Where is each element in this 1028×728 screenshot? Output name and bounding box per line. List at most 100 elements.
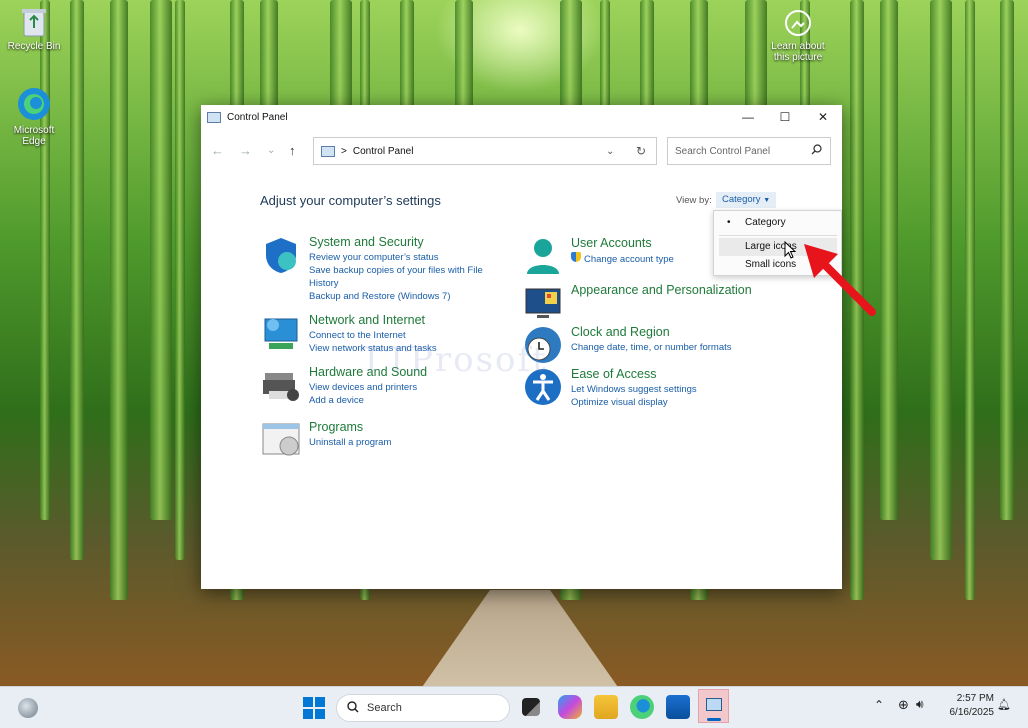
uac-shield-icon	[571, 252, 581, 262]
network-icon[interactable]: ⊕	[898, 697, 909, 713]
active-indicator	[707, 718, 721, 721]
desktop-icon-label: Microsoft Edge	[13, 125, 55, 147]
clock[interactable]: 2:57 PM 6/16/2025	[940, 692, 995, 720]
forward-arrow-icon[interactable]: →	[239, 143, 252, 158]
close-button[interactable]: ✕	[804, 105, 842, 129]
taskbar: Search ⌃ ⊕ 🔊︎ 2:57 PM 6/16/2025 🔔︎	[0, 686, 1028, 728]
bamboo-stalk	[965, 0, 975, 600]
bamboo-stalk	[880, 0, 898, 520]
bamboo-stalk	[930, 0, 952, 560]
desktop-icon-learn-picture[interactable]: Learn about this picture	[764, 8, 832, 63]
camera-info-icon	[783, 8, 813, 38]
file-explorer-icon[interactable]	[594, 695, 618, 719]
search-placeholder: Search Control Panel	[675, 145, 771, 157]
category-user-accounts: User Accounts Change account type	[523, 236, 674, 276]
window-title: Control Panel	[227, 111, 288, 123]
category-ease-access: Ease of Access Let Windows suggest setti…	[523, 367, 697, 409]
category-title[interactable]: Programs	[309, 420, 391, 434]
search-icon	[347, 700, 359, 716]
category-link[interactable]: Review your computer’s status	[309, 251, 483, 264]
bamboo-stalk	[1000, 0, 1014, 520]
printer-icon	[261, 365, 301, 405]
clock-date: 6/16/2025	[949, 707, 995, 718]
recent-chevron-down-icon[interactable]: ⌄	[267, 145, 275, 156]
minimize-button[interactable]: —	[729, 105, 767, 129]
selected-bullet-icon: •	[727, 217, 731, 228]
category-link[interactable]: Backup and Restore (Windows 7)	[309, 290, 483, 303]
back-arrow-icon[interactable]: ←	[211, 143, 224, 158]
recycle-bin-icon	[21, 6, 47, 38]
bamboo-stalk	[175, 0, 185, 560]
desktop-icon-recycle-bin[interactable]: Recycle Bin	[0, 6, 68, 52]
clock-time: 2:57 PM	[956, 693, 994, 704]
network-globe-icon	[261, 313, 301, 353]
taskbar-search-input[interactable]: Search	[336, 694, 510, 722]
desktop-icon-edge[interactable]: Microsoft Edge	[0, 86, 68, 147]
chevron-down-icon: ▼	[763, 197, 771, 204]
appearance-icon	[523, 283, 563, 323]
bamboo-stalk	[150, 0, 172, 520]
bamboo-stalk	[110, 0, 128, 600]
view-by-value: Category	[722, 194, 761, 205]
view-by-dropdown[interactable]: Category ▼	[716, 192, 777, 208]
search-placeholder: Search	[367, 702, 402, 714]
menu-item-category[interactable]: • Category	[719, 214, 837, 232]
maximize-button[interactable]: ☐	[766, 105, 804, 129]
start-windows-icon[interactable]	[303, 697, 325, 719]
programs-icon	[261, 420, 301, 460]
category-appearance: Appearance and Personalization	[523, 283, 752, 323]
category-title[interactable]: System and Security	[309, 235, 483, 249]
bamboo-path	[420, 590, 620, 690]
copilot-icon[interactable]	[558, 695, 582, 719]
widgets-icon[interactable]	[18, 698, 38, 718]
category-clock-region: Clock and Region Change date, time, or n…	[523, 325, 732, 365]
category-link[interactable]: Optimize visual display	[571, 396, 697, 409]
address-bar[interactable]: > Control Panel ⌄ ↻	[313, 137, 657, 165]
category-link[interactable]: Let Windows suggest settings	[571, 383, 697, 396]
store-icon[interactable]	[666, 695, 690, 719]
navigation-toolbar: ← → ⌄ ↑ > Control Panel ⌄ ↻ Search Contr…	[201, 137, 842, 165]
watermark-logo: TTProsoft	[360, 340, 548, 380]
control-panel-taskbar-button[interactable]	[698, 689, 729, 723]
category-title[interactable]: Clock and Region	[571, 325, 732, 339]
notification-bell-icon[interactable]: 🔔︎	[997, 698, 1011, 711]
volume-icon[interactable]: 🔊︎	[916, 697, 924, 712]
category-link[interactable]: Change account type	[571, 252, 674, 266]
category-link[interactable]: Save backup copies of your files with Fi…	[309, 264, 483, 277]
control-panel-icon	[706, 698, 722, 711]
user-icon	[523, 236, 563, 276]
menu-item-label: Category	[745, 217, 786, 228]
category-link[interactable]: Add a device	[309, 394, 427, 407]
search-icon	[811, 144, 822, 158]
edge-icon	[16, 86, 52, 122]
breadcrumb-separator: >	[341, 145, 347, 157]
view-by-label: View by:	[676, 195, 712, 206]
category-link-text: Change account type	[584, 254, 674, 265]
breadcrumb[interactable]: Control Panel	[353, 146, 414, 157]
show-hidden-icons-chevron-up-icon[interactable]: ⌃	[874, 698, 884, 712]
task-view-icon[interactable]	[522, 698, 540, 716]
refresh-icon[interactable]: ↻	[636, 144, 646, 158]
category-programs: Programs Uninstall a program	[261, 420, 391, 460]
search-input[interactable]: Search Control Panel	[667, 137, 831, 165]
edge-taskbar-icon[interactable]	[630, 695, 654, 719]
category-title[interactable]: User Accounts	[571, 236, 674, 250]
category-system-security: System and Security Review your computer…	[261, 235, 483, 303]
category-title[interactable]: Appearance and Personalization	[571, 283, 752, 297]
category-title[interactable]: Network and Internet	[309, 313, 437, 327]
category-link[interactable]: History	[309, 277, 483, 290]
bamboo-stalk	[70, 0, 84, 560]
up-arrow-icon[interactable]: ↑	[289, 143, 296, 158]
shield-icon	[261, 235, 301, 275]
address-dropdown-chevron-down-icon[interactable]: ⌄	[606, 146, 614, 157]
annotation-arrow-icon	[800, 240, 880, 320]
control-panel-icon	[321, 145, 335, 157]
category-link[interactable]: View devices and printers	[309, 381, 427, 394]
category-title[interactable]: Ease of Access	[571, 367, 697, 381]
control-panel-icon	[207, 111, 221, 123]
page-title: Adjust your computer’s settings	[260, 193, 441, 208]
category-link[interactable]: Uninstall a program	[309, 436, 391, 449]
category-link[interactable]: Change date, time, or number formats	[571, 341, 732, 354]
desktop-icon-label: Recycle Bin	[7, 41, 61, 52]
mouse-cursor-icon	[784, 240, 797, 264]
